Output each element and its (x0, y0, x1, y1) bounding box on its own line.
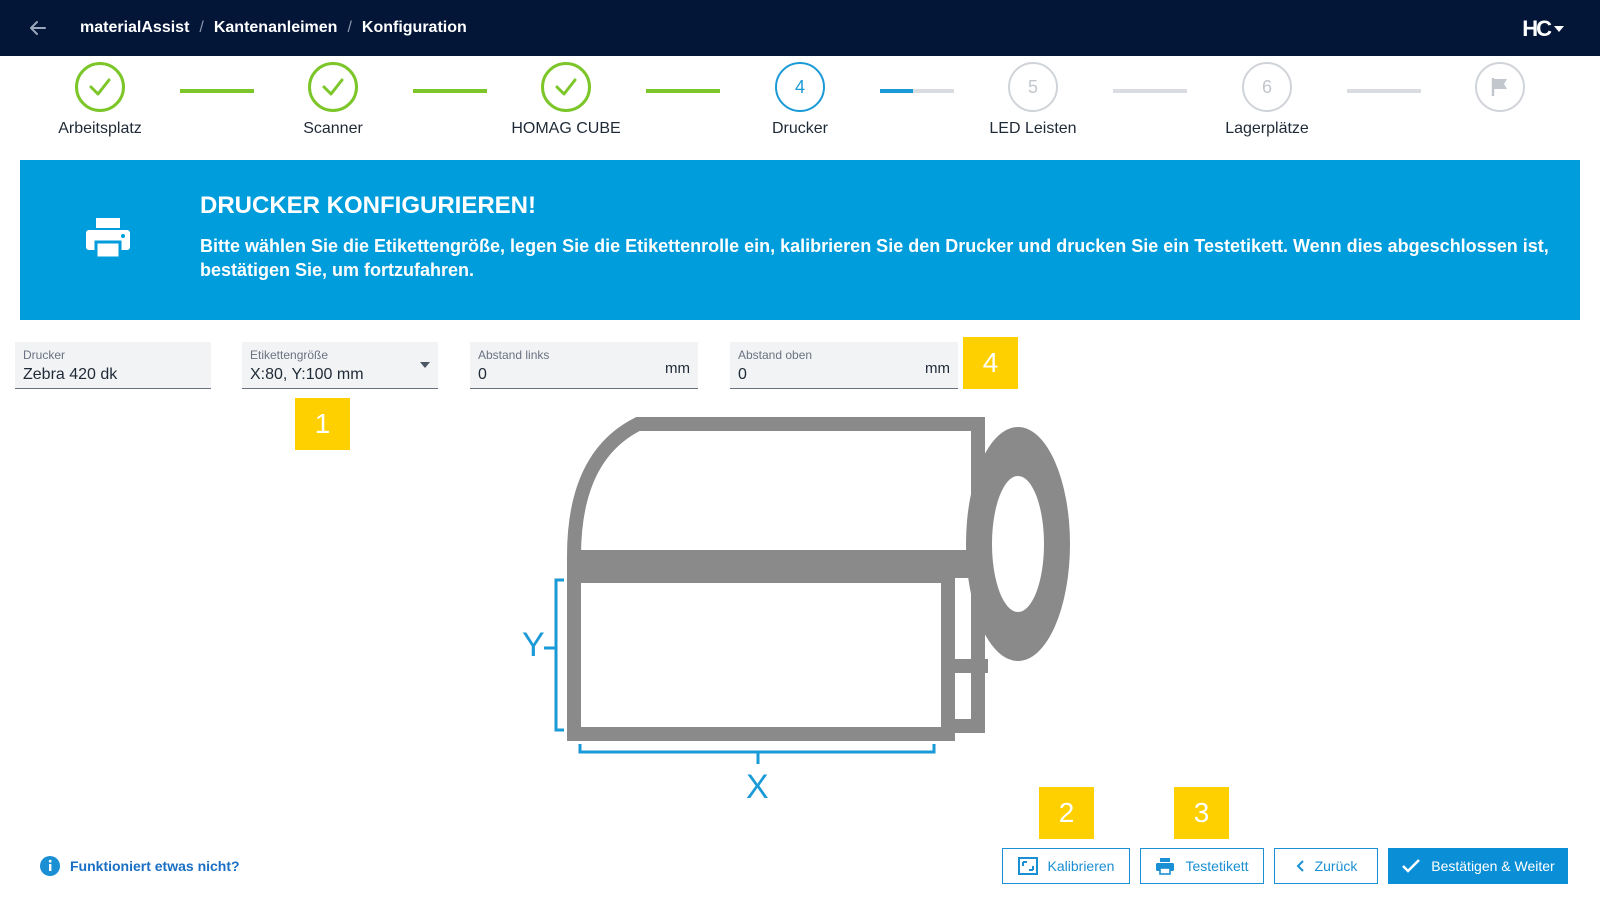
info-banner: DRUCKER KONFIGURIEREN! Bitte wählen Sie … (20, 160, 1580, 320)
annotation-badge-1: 1 (295, 398, 350, 450)
step-circle-active: 4 (775, 62, 825, 112)
breadcrumb-item-konfiguration: Konfiguration (361, 19, 467, 36)
check-icon (322, 78, 344, 96)
step-arbeitsplatz[interactable]: Arbeitsplatz (20, 62, 180, 138)
annotation-badge-4: 4 (963, 337, 1018, 389)
confirm-continue-button-label: Bestätigen & Weiter (1431, 858, 1555, 874)
flag-icon (1491, 78, 1507, 96)
step-circle-pending: 6 (1242, 62, 1292, 112)
homag-logo: HC (1522, 16, 1552, 41)
axis-label-x: X (746, 768, 769, 806)
step-connector (413, 89, 487, 93)
offset-top-value: 0 (738, 366, 747, 383)
offset-left-input[interactable]: Abstand links 0 mm (470, 342, 698, 389)
test-label-button-label: Testetikett (1185, 858, 1249, 874)
printer-icon (1156, 858, 1175, 875)
help-link-text: Funktioniert etwas nicht? (70, 858, 240, 874)
breadcrumb-item-kantenanleimen[interactable]: Kantenanleimen (214, 19, 338, 37)
chevron-left-icon (1296, 860, 1304, 872)
step-drucker[interactable]: 4 Drucker (720, 62, 880, 138)
help-link[interactable]: Funktioniert etwas nicht? (40, 856, 240, 876)
step-connector (1113, 89, 1187, 93)
step-led-leisten[interactable]: 5 LED Leisten (953, 62, 1113, 138)
step-scanner[interactable]: Scanner (253, 62, 413, 138)
offset-left-unit: mm (665, 360, 690, 377)
step-label: Drucker (771, 120, 828, 137)
step-circle-pending: 5 (1008, 62, 1058, 112)
printer-field[interactable]: Drucker Zebra 420 dk (15, 342, 211, 389)
offset-top-input[interactable]: Abstand oben 0 mm (730, 342, 958, 389)
step-connector-in-progress (880, 89, 954, 93)
step-label: LED Leisten (989, 120, 1077, 137)
offset-left-value: 0 (478, 366, 487, 383)
printer-icon (86, 218, 130, 260)
setup-stepper: Arbeitsplatz Scanner HOMAG CUBE 4 Drucke… (0, 62, 1600, 152)
banner-title: DRUCKER KONFIGURIEREN! (200, 192, 536, 219)
breadcrumb-separator: / (199, 19, 204, 36)
check-icon (89, 78, 111, 96)
calibrate-button[interactable]: Kalibrieren (1002, 848, 1130, 884)
account-menu[interactable]: HC (1522, 16, 1564, 42)
offset-left-label: Abstand links (478, 348, 550, 362)
label-size-value: X:80, Y:100 mm (250, 366, 364, 383)
offset-top-unit: mm (925, 360, 950, 377)
calibrate-icon (1017, 857, 1038, 875)
caret-down-icon (420, 362, 430, 368)
label-roll-illustration: Y X (522, 417, 1070, 806)
step-connector-progress (880, 89, 914, 93)
breadcrumb: materialAssist / Kantenanleimen / Konfig… (80, 0, 467, 56)
step-label: Lagerplätze (1225, 120, 1309, 137)
caret-down-icon (1554, 26, 1564, 32)
test-label-button[interactable]: Testetikett (1140, 848, 1264, 884)
label-size-select[interactable]: Etikettengröße X:80, Y:100 mm (242, 342, 438, 389)
breadcrumb-item-materialassist[interactable]: materialAssist (80, 19, 189, 37)
step-circle-done (541, 62, 591, 112)
step-lagerplaetze[interactable]: 6 Lagerplätze (1187, 62, 1347, 138)
top-app-bar: materialAssist / Kantenanleimen / Konfig… (0, 0, 1600, 56)
confirm-continue-button[interactable]: Bestätigen & Weiter (1388, 848, 1568, 884)
step-homag-cube[interactable]: HOMAG CUBE (486, 62, 646, 138)
step-finish[interactable] (1420, 62, 1580, 112)
axis-label-y: Y (522, 626, 545, 664)
banner-text: Bitte wählen Sie die Etikettengröße, leg… (200, 236, 1549, 280)
offset-top-label: Abstand oben (738, 348, 813, 362)
step-label: Scanner (303, 120, 363, 137)
back-button[interactable]: Zurück (1274, 848, 1378, 884)
printer-field-label: Drucker (23, 348, 66, 362)
annotation-badge-3: 3 (1174, 787, 1229, 839)
breadcrumb-separator: / (347, 19, 352, 36)
arrow-left-icon (30, 21, 46, 35)
step-label: Arbeitsplatz (58, 120, 142, 137)
step-circle-done (75, 62, 125, 112)
step-connector (1347, 89, 1421, 93)
back-arrow-button[interactable] (24, 14, 52, 42)
step-connector (180, 89, 254, 93)
check-icon (555, 78, 577, 96)
step-connector (646, 89, 720, 93)
label-size-label: Etikettengröße (250, 348, 329, 362)
step-label: HOMAG CUBE (511, 120, 621, 137)
printer-field-value: Zebra 420 dk (23, 366, 118, 383)
step-circle-done (308, 62, 358, 112)
back-button-label: Zurück (1314, 858, 1358, 874)
calibrate-button-label: Kalibrieren (1047, 858, 1115, 874)
step-circle-pending (1475, 62, 1525, 112)
info-icon (40, 856, 60, 876)
check-icon (1402, 859, 1421, 873)
